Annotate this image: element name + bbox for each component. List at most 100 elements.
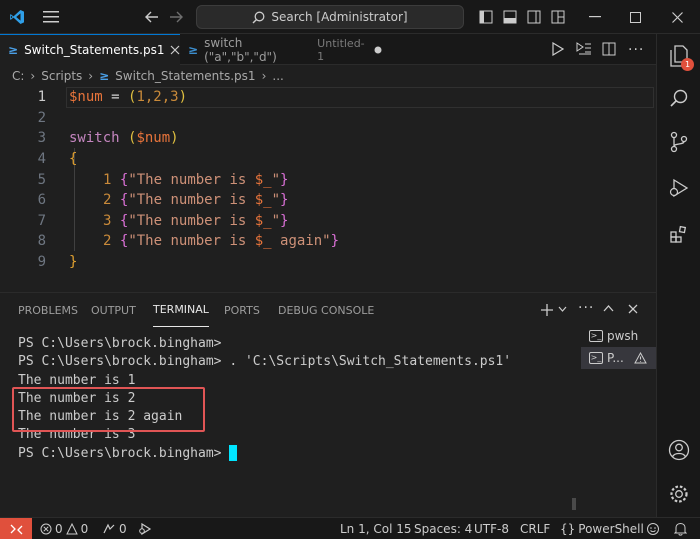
close-panel-icon[interactable] — [628, 304, 638, 314]
terminal-icon: >_ — [589, 330, 603, 342]
breadcrumb-folder[interactable]: Scripts — [41, 69, 82, 83]
code-line[interactable]: 5 1 {"The number is $_"} — [0, 169, 656, 190]
unsaved-dot-icon[interactable] — [374, 46, 382, 54]
language-label: PowerShell — [578, 522, 644, 536]
source-control-icon[interactable] — [657, 122, 700, 162]
toggle-secondary-sidebar-icon[interactable] — [524, 0, 544, 34]
run-icon[interactable] — [552, 42, 564, 56]
braces-icon: {} — [560, 522, 576, 536]
panel-more-icon[interactable]: ··· — [578, 300, 594, 316]
terminal-scrollbar[interactable] — [572, 498, 576, 510]
code-line[interactable]: 9 } — [0, 252, 656, 273]
run-debug-icon[interactable] — [657, 168, 700, 208]
indentation[interactable]: Spaces: 4 — [414, 518, 472, 539]
toggle-sidebar-icon[interactable] — [476, 0, 496, 34]
manage-gear-icon[interactable] — [657, 474, 700, 514]
tab-debug-console[interactable]: DEBUG CONSOLE — [278, 293, 374, 327]
code-line[interactable]: 4 { — [0, 149, 656, 170]
tab-untitled-1[interactable]: ≥ switch ("a","b","d") Untitled-1 — [180, 34, 390, 65]
code-line[interactable]: 8 2 {"The number is $_ again"} — [0, 231, 656, 252]
account-icon[interactable] — [657, 430, 700, 470]
line-number: 4 — [37, 151, 46, 168]
remote-indicator[interactable] — [0, 518, 32, 539]
token: $_ — [254, 171, 272, 188]
minimize-icon[interactable] — [580, 0, 610, 34]
ports-count: 0 — [119, 522, 127, 536]
close-tab-icon[interactable] — [170, 45, 180, 55]
case-line: 2 {"The number is $_ again"} — [103, 233, 339, 249]
token: "The number is — [128, 212, 255, 229]
tab-switch-statements[interactable]: ≥ Switch_Statements.ps1 — [0, 34, 180, 65]
notifications-bell-icon[interactable] — [674, 518, 687, 539]
terminal-item-pwsh[interactable]: >_ pwsh — [581, 325, 656, 347]
terminal-line: PS C:\Users\brock.bingham> . 'C:\Scripts… — [18, 354, 512, 370]
explorer-icon[interactable]: 1 — [657, 36, 700, 76]
feedback-icon[interactable] — [646, 518, 660, 539]
token: switch — [69, 130, 120, 147]
tab-terminal[interactable]: TERMINAL — [153, 293, 209, 327]
code-line[interactable]: 6 2 {"The number is $_"} — [0, 190, 656, 211]
customize-layout-icon[interactable] — [548, 0, 568, 34]
error-icon — [40, 523, 52, 535]
code-editor[interactable]: 1 $num = (1,2,3) 2 3 switch ($num) 4 { 5… — [0, 87, 656, 292]
menu-icon[interactable] — [38, 0, 64, 34]
ports-status[interactable]: 0 — [102, 518, 127, 539]
output-highlight-box — [12, 387, 205, 432]
breadcrumb-drive[interactable]: C: — [12, 69, 24, 83]
language-mode[interactable]: {} PowerShell — [560, 518, 644, 539]
terminal-list: >_ pwsh >_ P... — [581, 325, 656, 369]
line-4-code: { — [69, 151, 78, 168]
tab-label: Switch_Statements.ps1 — [24, 43, 165, 57]
line-number: 8 — [37, 233, 46, 250]
chevron-down-icon[interactable] — [558, 306, 567, 312]
code-line[interactable]: 2 — [0, 108, 656, 129]
line-ending[interactable]: CRLF — [520, 518, 550, 539]
breadcrumb-file[interactable]: Switch_Statements.ps1 — [115, 69, 255, 83]
token: } — [280, 192, 289, 209]
remote-icon — [10, 524, 22, 534]
tab-problems[interactable]: PROBLEMS — [18, 293, 78, 327]
close-window-icon[interactable] — [662, 0, 692, 34]
token: 1,2,3 — [136, 89, 179, 106]
line-number: 1 — [37, 89, 46, 106]
token: " — [271, 171, 281, 188]
title-bar: Search [Administrator] — [0, 0, 700, 34]
status-bar: 0 0 0 Ln 1, Col 15 Spaces: 4 UTF-8 CRLF … — [0, 517, 700, 539]
encoding[interactable]: UTF-8 — [474, 518, 509, 539]
toggle-panel-icon[interactable] — [500, 0, 520, 34]
token: $_ — [254, 192, 272, 209]
command-center-search[interactable]: Search [Administrator] — [196, 5, 464, 29]
terminal-item-label: P... — [607, 351, 624, 365]
new-terminal-icon[interactable] — [540, 303, 554, 317]
terminal-icon: >_ — [589, 352, 603, 364]
breadcrumb: C: › Scripts › ≥ Switch_Statements.ps1 ›… — [0, 65, 656, 87]
back-arrow-icon[interactable] — [142, 0, 162, 34]
problems-status[interactable]: 0 0 — [40, 518, 88, 539]
run-selection-icon[interactable] — [576, 42, 592, 56]
terminal-item-powershell[interactable]: >_ P... — [581, 347, 656, 369]
powershell-file-icon: ≥ — [8, 43, 19, 57]
maximize-icon[interactable] — [620, 0, 650, 34]
terminal-prompt: PS C:\Users\brock.bingham> — [18, 445, 222, 461]
extensions-icon[interactable] — [657, 214, 700, 254]
code-line[interactable]: 7 3 {"The number is $_"} — [0, 211, 656, 232]
maximize-panel-icon[interactable] — [603, 305, 614, 312]
code-line[interactable]: 3 switch ($num) — [0, 128, 656, 149]
tab-ports[interactable]: PORTS — [224, 293, 260, 327]
vscode-logo-icon[interactable] — [6, 0, 28, 34]
more-actions-icon[interactable]: ··· — [628, 42, 644, 58]
token: } — [280, 171, 289, 188]
breadcrumb-more[interactable]: ... — [272, 69, 283, 83]
cursor-position[interactable]: Ln 1, Col 15 — [340, 518, 412, 539]
error-count: 0 — [55, 522, 63, 536]
token: $num — [136, 130, 171, 147]
code-line[interactable]: 1 $num = (1,2,3) — [0, 87, 656, 108]
search-sidebar-icon[interactable] — [657, 78, 700, 118]
tab-output[interactable]: OUTPUT — [91, 293, 136, 327]
debug-launch-icon[interactable] — [138, 518, 152, 539]
terminal-cursor — [229, 445, 238, 462]
split-editor-icon[interactable] — [602, 42, 616, 56]
forward-arrow-icon[interactable] — [166, 0, 186, 34]
chevron-right-icon: › — [88, 69, 94, 83]
activity-bar: 1 — [656, 34, 700, 517]
